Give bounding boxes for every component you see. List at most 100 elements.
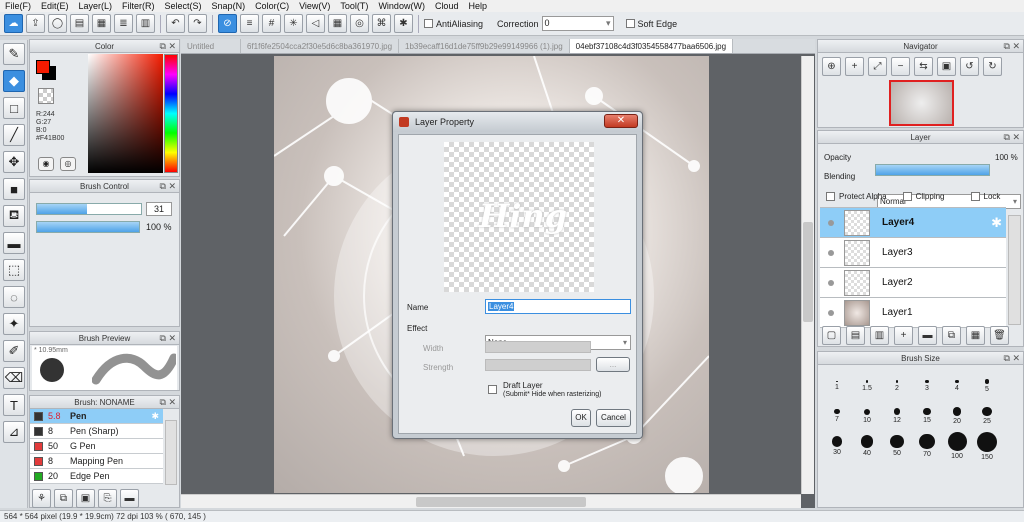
brush-size-cell[interactable]: 25 bbox=[972, 401, 1002, 431]
antialiasing-checkbox[interactable] bbox=[424, 19, 433, 28]
brush-new-icon[interactable]: ▣ bbox=[76, 489, 95, 508]
brush-size-cell[interactable]: 10 bbox=[852, 401, 882, 431]
brush-size-cell[interactable]: 3 bbox=[912, 371, 942, 401]
new-layer-raster-icon[interactable]: ▥ bbox=[870, 326, 889, 345]
layer-row[interactable]: Layer4 ✱ bbox=[820, 208, 1006, 238]
menu-item[interactable]: Tool(T) bbox=[335, 0, 373, 12]
brush-size-cell[interactable]: 12 bbox=[882, 401, 912, 431]
fit-icon[interactable]: ⤢ bbox=[868, 57, 887, 76]
panel-icon[interactable]: ▦ bbox=[92, 14, 111, 33]
zoom-icon[interactable]: ⊕ bbox=[822, 57, 841, 76]
close-icon[interactable]: ⧉ ✕ bbox=[1004, 131, 1020, 144]
menu-item[interactable]: Window(W) bbox=[373, 0, 430, 12]
export-icon[interactable]: ⇪ bbox=[26, 14, 45, 33]
hue-slider[interactable] bbox=[164, 54, 178, 173]
menu-item[interactable]: Help bbox=[463, 0, 492, 12]
visibility-icon[interactable] bbox=[828, 219, 834, 226]
menu-item[interactable]: Snap(N) bbox=[207, 0, 251, 12]
brush-list-item[interactable]: 8 Mapping Pen bbox=[30, 454, 163, 469]
rect-select-tool-icon[interactable]: □ bbox=[3, 97, 25, 119]
snap-parallel-icon[interactable]: ≡ bbox=[240, 14, 259, 33]
duplicate-layer-icon[interactable]: ⧉ bbox=[942, 326, 961, 345]
layer-folder-icon[interactable]: ▬ bbox=[918, 326, 937, 345]
brush-size-cell[interactable]: 4 bbox=[942, 371, 972, 401]
navigator-thumbnail[interactable] bbox=[889, 80, 954, 126]
cloud-icon[interactable]: ☁ bbox=[4, 14, 23, 33]
merge-layer-icon[interactable]: ▦ bbox=[966, 326, 985, 345]
chat-icon[interactable]: ◯ bbox=[48, 14, 67, 33]
correction-select[interactable]: 0 bbox=[541, 16, 614, 31]
magic-wand-icon[interactable]: ✦ bbox=[3, 313, 25, 335]
protect-alpha-checkbox[interactable] bbox=[826, 192, 835, 201]
brush-list-item[interactable]: 20 Edge Pen bbox=[30, 469, 163, 484]
zoom-out-icon[interactable]: − bbox=[891, 57, 910, 76]
brush-size-cell[interactable]: 1.5 bbox=[852, 371, 882, 401]
snap-cross-icon[interactable]: ▦ bbox=[328, 14, 347, 33]
draft-layer-checkbox[interactable] bbox=[488, 385, 497, 394]
document-tab[interactable]: 6f1f6fe2504cca2f30e5d6c8ba361970.jpg bbox=[241, 39, 400, 53]
brush-size-cell[interactable]: 150 bbox=[972, 431, 1002, 461]
dialog-close-button[interactable]: ✕ bbox=[604, 114, 638, 128]
close-icon[interactable]: ⧉ ✕ bbox=[160, 180, 176, 193]
add-layer-menu-icon[interactable]: + bbox=[894, 326, 913, 345]
snap-radial-icon[interactable]: ✳ bbox=[284, 14, 303, 33]
layer-list-scrollbar[interactable] bbox=[1008, 215, 1021, 325]
lock-checkbox[interactable] bbox=[970, 192, 980, 201]
soft-edge-checkbox[interactable] bbox=[625, 19, 635, 28]
menu-item[interactable]: Filter(R) bbox=[117, 0, 160, 12]
brush-add-icon[interactable]: ⚘ bbox=[32, 489, 51, 508]
select-pen-icon[interactable]: ✐ bbox=[3, 340, 25, 362]
brush-copy-icon[interactable]: ⧉ bbox=[54, 489, 73, 508]
brush-size-cell[interactable]: 70 bbox=[912, 431, 942, 461]
lasso-tool-icon[interactable]: ◌ bbox=[3, 286, 25, 308]
visibility-icon[interactable] bbox=[828, 309, 834, 316]
eyedropper-tool-icon[interactable]: ⊿ bbox=[3, 421, 25, 443]
undo-icon[interactable]: ↶ bbox=[166, 14, 185, 33]
brush-size-cell[interactable]: 20 bbox=[942, 401, 972, 431]
move-tool-icon[interactable]: ✥ bbox=[3, 151, 25, 173]
brush-list-item[interactable]: 50 G Pen bbox=[30, 439, 163, 454]
transparent-color-swatch[interactable] bbox=[38, 88, 54, 104]
brush-size-cell[interactable]: 30 bbox=[822, 431, 852, 461]
document-tab[interactable]: 04ebf37108c4d3f0354558477baa6506.jpg bbox=[569, 39, 734, 53]
rotate-right-icon[interactable]: ↻ bbox=[983, 57, 1002, 76]
delete-layer-icon[interactable]: 🗑 bbox=[990, 326, 1009, 345]
close-icon[interactable]: ⧉ ✕ bbox=[1004, 352, 1020, 365]
menu-item[interactable]: File(F) bbox=[0, 0, 36, 12]
menu-item[interactable]: Layer(L) bbox=[74, 0, 118, 12]
snap-vanish-icon[interactable]: ◁ bbox=[306, 14, 325, 33]
gradient-tool-icon[interactable]: ▬ bbox=[3, 232, 25, 254]
brush-list-scrollbar[interactable] bbox=[165, 420, 177, 485]
close-icon[interactable]: ⧉ ✕ bbox=[160, 40, 176, 53]
visibility-icon[interactable] bbox=[828, 279, 834, 286]
color-wheel-icon[interactable]: ◎ bbox=[60, 157, 76, 171]
close-icon[interactable]: ⧉ ✕ bbox=[1004, 40, 1020, 53]
new-layer-icon[interactable]: ▢ bbox=[822, 326, 841, 345]
visibility-icon[interactable] bbox=[828, 249, 834, 256]
menu-item[interactable]: Cloud bbox=[430, 0, 464, 12]
layer-opacity-slider[interactable] bbox=[875, 164, 990, 176]
layer-row[interactable]: Layer2 bbox=[820, 268, 1006, 298]
foreground-color-swatch[interactable] bbox=[36, 60, 50, 74]
canvas-horizontal-scrollbar[interactable] bbox=[181, 494, 801, 508]
brush-list-item[interactable]: 5.8 Pen ✱ bbox=[30, 409, 163, 424]
snap-grid-icon[interactable]: # bbox=[262, 14, 281, 33]
brush-size-cell[interactable]: 2 bbox=[882, 371, 912, 401]
cancel-button[interactable]: Cancel bbox=[596, 409, 631, 427]
ok-button[interactable]: OK bbox=[571, 409, 591, 427]
menu-item[interactable]: View(V) bbox=[294, 0, 335, 12]
flip-icon[interactable]: ⇆ bbox=[914, 57, 933, 76]
eraser-tool-icon[interactable]: ◆ bbox=[3, 70, 25, 92]
select-rect-icon[interactable]: ⬚ bbox=[3, 259, 25, 281]
bucket-tool-icon[interactable]: ⛾ bbox=[3, 205, 25, 227]
line-tool-icon[interactable]: ╱ bbox=[3, 124, 25, 146]
snap-off-icon[interactable]: ⊘ bbox=[218, 14, 237, 33]
layer-name-input[interactable]: Layer4 bbox=[485, 299, 631, 314]
canvas-vertical-scrollbar[interactable] bbox=[801, 56, 814, 494]
palette-icon[interactable]: ◉ bbox=[38, 157, 54, 171]
layer-row[interactable]: Layer3 bbox=[820, 238, 1006, 268]
horizontal-scroll-thumb[interactable] bbox=[416, 497, 586, 507]
vertical-scroll-thumb[interactable] bbox=[803, 222, 813, 322]
close-icon[interactable]: ⧉ ✕ bbox=[160, 332, 176, 345]
brush-list-item[interactable]: 8 Pen (Sharp) bbox=[30, 424, 163, 439]
